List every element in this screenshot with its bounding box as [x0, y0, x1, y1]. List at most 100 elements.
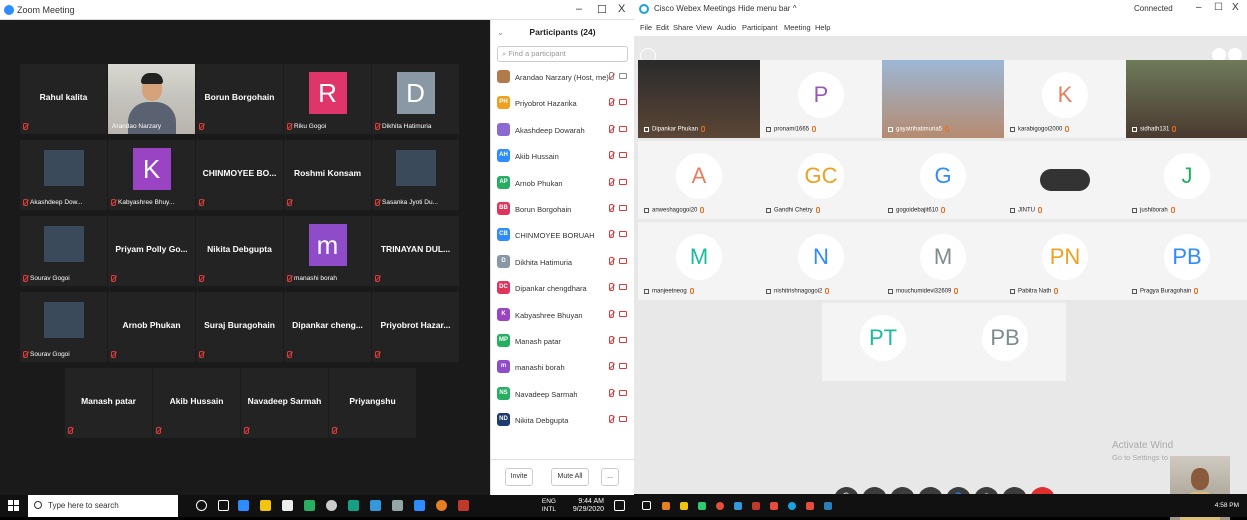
zoom-video-tile[interactable]: D Dikhita Hatimuria — [372, 64, 459, 134]
webex-video-tile[interactable]: PT — [822, 303, 944, 381]
participant-list-item[interactable]: Akashdeep Dowarah — [491, 117, 634, 143]
zoom-video-tile[interactable]: Navadeep Sarmah — [241, 368, 328, 438]
participant-search-input[interactable]: ⌕ Find a participant — [497, 46, 628, 62]
task-view-icon[interactable] — [218, 500, 229, 511]
zoom-video-tile[interactable]: Priyangshu — [329, 368, 416, 438]
participant-list-item[interactable]: AH Akib Hussain — [491, 143, 634, 169]
invite-button[interactable]: Invite — [505, 468, 533, 486]
webex-minimize-button[interactable]: – — [1196, 2, 1202, 13]
webex-video-tile[interactable]: Mmouchumidevi32609 — [882, 222, 1004, 300]
video-off-icon[interactable] — [619, 416, 627, 423]
more-options-button[interactable]: ... — [601, 468, 619, 486]
settings-gear-icon[interactable] — [326, 500, 337, 511]
webex-video-tile[interactable]: gayatrihatimuria5 — [882, 60, 1004, 138]
zoom-video-tile[interactable]: K Kabyashree Bhuy... — [108, 140, 195, 210]
participant-list-item[interactable]: NS Navadeep Sarmah — [491, 381, 634, 407]
webex-video-tile[interactable]: Ppronami1665 — [760, 60, 882, 138]
webex-video-tile[interactable]: sidhath131 — [1126, 60, 1247, 138]
webex-video-tile[interactable]: PB — [944, 303, 1066, 381]
zoom-video-tile[interactable]: Priyam Polly Go... — [108, 216, 195, 286]
microphone-muted-icon[interactable] — [609, 203, 614, 212]
menu-file[interactable]: File — [640, 23, 652, 32]
microphone-muted-icon[interactable] — [609, 388, 614, 397]
zoom-close-button[interactable]: X — [618, 3, 625, 15]
participant-list-item[interactable]: CB CHINMOYEE BORUAH — [491, 222, 634, 248]
webex-video-tile[interactable]: PB Pragya Buragohain — [1126, 222, 1247, 300]
video-icon[interactable] — [619, 73, 627, 79]
connection-status[interactable]: Connected — [1134, 4, 1173, 13]
webex-video-tile[interactable]: Dipankar Phukan — [638, 60, 760, 138]
zoom-video-tile[interactable]: Akashdeep Dow... — [20, 140, 107, 210]
participant-list-item[interactable]: m manashi borah — [491, 354, 634, 380]
zoom-video-tile[interactable]: Arandao Narzary — [108, 64, 195, 134]
participant-list-item[interactable]: PH Priyobrot Hazarika — [491, 90, 634, 116]
app-icon[interactable] — [698, 502, 706, 510]
zoom-video-tile[interactable]: CHINMOYEE BO... — [196, 140, 283, 210]
webex-video-tile[interactable]: Ggogoidebajit610 — [882, 141, 1004, 219]
microphone-muted-icon[interactable] — [609, 177, 614, 186]
zoom-video-tile[interactable]: Arnob Phukan — [108, 292, 195, 362]
taskbar-search-input[interactable]: Type here to search — [28, 495, 178, 517]
app-icon[interactable] — [392, 500, 403, 511]
video-off-icon[interactable] — [619, 125, 627, 132]
mute-all-button[interactable]: Mute All — [551, 468, 589, 486]
zoom-video-tile[interactable]: Akib Hussain — [153, 368, 240, 438]
menu-view[interactable]: View — [696, 23, 712, 32]
video-off-icon[interactable] — [619, 363, 627, 370]
video-off-icon[interactable] — [619, 231, 627, 238]
zoom-video-tile[interactable]: Sasanka Jyoti Du... — [372, 140, 459, 210]
webex-video-tile[interactable]: GC Gandhi Chetry — [760, 141, 882, 219]
participant-list-item[interactable]: BB Borun Borgohain — [491, 196, 634, 222]
microphone-icon[interactable] — [609, 72, 614, 80]
app-icon[interactable] — [734, 502, 742, 510]
menu-participant[interactable]: Participant — [742, 23, 777, 32]
chrome-icon[interactable] — [436, 500, 447, 511]
participant-list-item[interactable]: MP Manash patar — [491, 328, 634, 354]
webex-taskbar-icon[interactable] — [788, 502, 796, 510]
menu-edit[interactable]: Edit — [656, 23, 669, 32]
mail-icon[interactable] — [370, 500, 381, 511]
microphone-muted-icon[interactable] — [609, 151, 614, 160]
collapse-chevron-icon[interactable]: ⌄ — [497, 20, 504, 44]
participant-list-item[interactable]: Arandao Narzary (Host, me) — [491, 64, 634, 90]
video-off-icon[interactable] — [619, 204, 627, 211]
webex-video-tile[interactable]: Kkarabigogoi2000 — [1004, 60, 1126, 138]
zoom-video-tile[interactable]: TRINAYAN DUL... — [372, 216, 459, 286]
app-icon[interactable] — [662, 502, 670, 510]
zoom-video-tile[interactable]: R Riku Gogoi — [284, 64, 371, 134]
app-icon[interactable] — [770, 502, 778, 510]
video-off-icon[interactable] — [619, 99, 627, 106]
zoom-video-tile[interactable]: Rahul kalita — [20, 64, 107, 134]
app-icon[interactable] — [824, 502, 832, 510]
participant-list-item[interactable]: AP Arnob Phukan — [491, 170, 634, 196]
menu-audio[interactable]: Audio — [717, 23, 736, 32]
windows-start-icon[interactable] — [642, 501, 651, 510]
participant-list-item[interactable]: DC Dipankar chengdhara — [491, 275, 634, 301]
microphone-muted-icon[interactable] — [609, 256, 614, 265]
cortana-icon[interactable] — [196, 500, 207, 511]
webex-close-button[interactable]: X — [1232, 2, 1239, 13]
zoom-taskbar-icon[interactable] — [414, 500, 425, 511]
zoom-video-tile[interactable]: Sourav Gogoi — [20, 216, 107, 286]
chrome-icon[interactable] — [716, 502, 724, 510]
zoom-video-tile[interactable]: Nikita Debgupta — [196, 216, 283, 286]
taskbar-clock[interactable]: 9:44 AM 9/29/2020 — [573, 498, 604, 514]
app-icon[interactable] — [806, 502, 814, 510]
participant-list-item[interactable]: D Dikhita Hatimuria — [491, 249, 634, 275]
video-off-icon[interactable] — [619, 336, 627, 343]
webex-taskbar-clock[interactable]: 4:58 PM — [1215, 502, 1239, 509]
menu-meeting[interactable]: Meeting — [784, 23, 811, 32]
windows-start-icon[interactable] — [8, 500, 19, 511]
app-icon[interactable] — [458, 500, 469, 511]
excel-icon[interactable] — [304, 500, 315, 511]
zoom-video-tile[interactable]: Borun Borgohain — [196, 64, 283, 134]
zoom-video-tile[interactable]: Roshmi Konsam — [284, 140, 371, 210]
zoom-video-tile[interactable]: Priyobrot Hazar... — [372, 292, 459, 362]
app-icon[interactable] — [752, 502, 760, 510]
zoom-video-tile[interactable]: Sourav Gogoi — [20, 292, 107, 362]
participant-list-item[interactable]: ND Nikita Debgupta — [491, 407, 634, 433]
microphone-muted-icon[interactable] — [609, 124, 614, 133]
menu-help[interactable]: Help — [815, 23, 830, 32]
webex-video-tile[interactable]: Nnishitrishnagogoi2 — [760, 222, 882, 300]
video-off-icon[interactable] — [619, 257, 627, 264]
